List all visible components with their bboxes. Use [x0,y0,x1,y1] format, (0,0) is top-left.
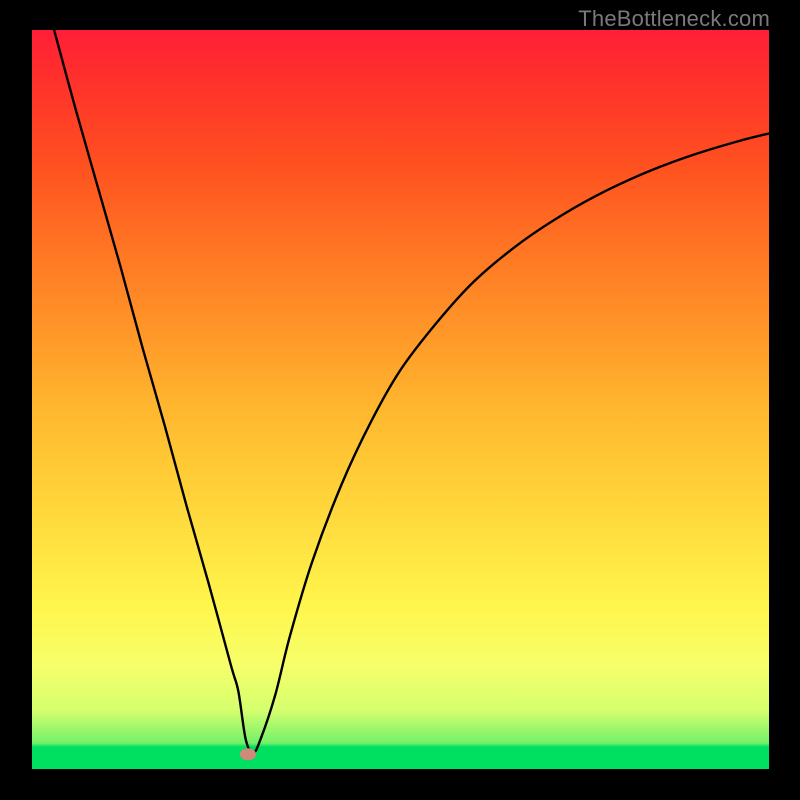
bottleneck-curve-path [54,30,769,753]
optimal-point-marker [240,748,256,760]
curve-layer [32,30,769,769]
plot-area [32,30,769,769]
watermark-text: TheBottleneck.com [578,6,770,32]
bottleneck-figure: TheBottleneck.com [0,0,800,800]
